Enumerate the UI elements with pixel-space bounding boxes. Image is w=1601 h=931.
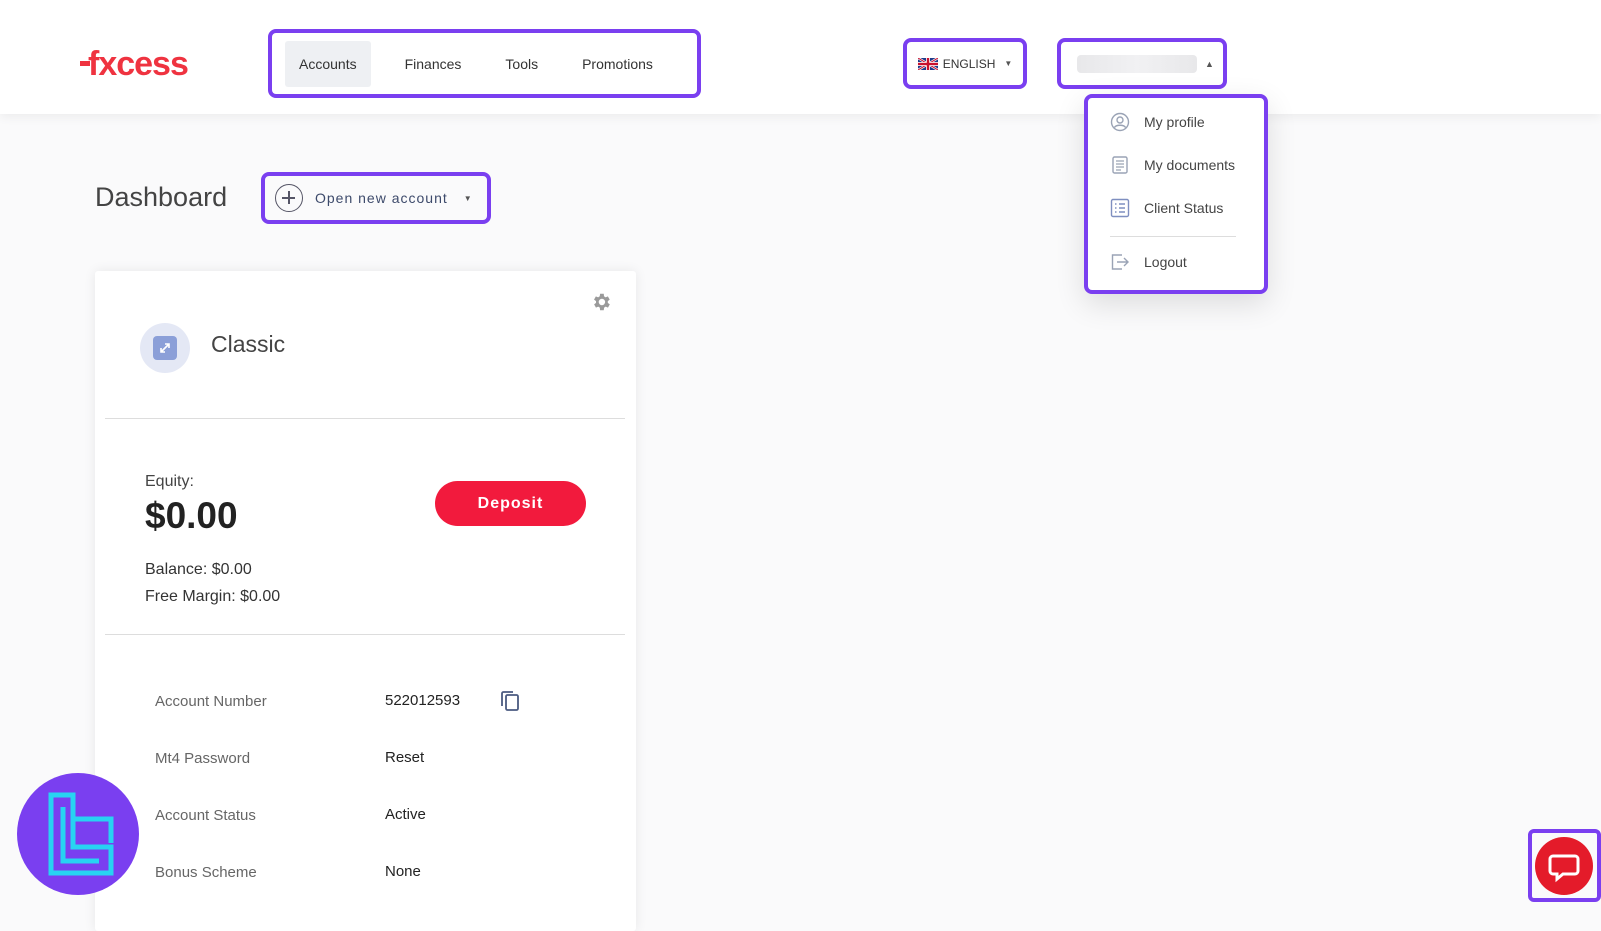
card-divider (105, 634, 625, 635)
menu-my-documents[interactable]: My documents (1110, 155, 1235, 175)
card-divider (105, 418, 625, 419)
plus-circle-icon (275, 184, 303, 212)
menu-my-profile[interactable]: My profile (1110, 112, 1205, 132)
page-title: Dashboard (95, 182, 228, 212)
menu-label: Client Status (1144, 200, 1224, 216)
nav-accounts[interactable]: Accounts (285, 40, 371, 87)
open-new-account-button[interactable]: Open new account ▼ (261, 172, 491, 224)
gear-icon[interactable] (590, 291, 612, 313)
chat-button[interactable] (1535, 837, 1593, 895)
main-nav: Accounts Finances Tools Promotions (268, 29, 701, 98)
free-margin-label: Free Margin: (145, 588, 236, 605)
menu-label: Logout (1144, 254, 1187, 270)
account-number-value: 522012593 (385, 692, 461, 709)
equity-value: $0.00 (145, 495, 238, 536)
chevron-down-icon: ▼ (1004, 59, 1013, 68)
mt4-password-reset-link[interactable]: Reset (385, 749, 424, 766)
copy-icon[interactable] (499, 689, 521, 713)
chat-bubble-icon (1548, 854, 1580, 883)
user-menu-toggle[interactable]: ▲ (1057, 38, 1227, 89)
balance-label: Balance: (145, 561, 208, 578)
nav-tools[interactable]: Tools (483, 41, 560, 87)
detail-label: Account Number (155, 693, 267, 710)
username-redacted (1077, 54, 1197, 73)
menu-client-status[interactable]: Client Status (1110, 198, 1223, 218)
user-dropdown-menu: My profile My documents Client Status Lo… (1084, 94, 1268, 294)
account-status-value: Active (385, 806, 426, 823)
detail-label: Bonus Scheme (155, 864, 257, 881)
deposit-button[interactable]: Deposit (435, 481, 586, 526)
svg-text:fxcess: fxcess (88, 45, 188, 83)
account-card: Classic Equity: $0.00 Deposit Balance: $… (95, 271, 636, 931)
menu-label: My documents (1144, 157, 1236, 173)
language-label: ENGLISH (942, 56, 996, 71)
chevron-up-icon: ▲ (1205, 58, 1214, 69)
language-selector[interactable]: ENGLISH ▼ (903, 38, 1027, 89)
account-type-icon (140, 323, 190, 373)
account-type-name: Classic (211, 331, 286, 357)
fxcess-logo[interactable]: fxcess (80, 44, 220, 84)
document-icon (1112, 156, 1128, 174)
bonus-scheme-value: None (385, 863, 421, 880)
user-circle-icon (1110, 112, 1130, 132)
chevron-down-icon: ▼ (463, 193, 473, 203)
detail-label: Mt4 Password (155, 750, 251, 767)
balance-value: $0.00 (211, 561, 252, 578)
nav-promotions[interactable]: Promotions (560, 41, 675, 87)
free-margin-row: Free Margin: $0.00 (145, 588, 280, 606)
logout-icon (1111, 254, 1129, 270)
nav-finances[interactable]: Finances (383, 41, 484, 87)
uk-flag-icon (917, 57, 938, 70)
menu-logout[interactable]: Logout (1110, 252, 1187, 272)
expand-icon (160, 343, 170, 353)
balance-row: Balance: $0.00 (145, 561, 252, 579)
list-icon (1110, 198, 1130, 218)
equity-label: Equity: (145, 473, 194, 490)
menu-divider (1110, 236, 1236, 237)
watermark-logo (17, 773, 139, 895)
menu-label: My profile (1144, 114, 1205, 130)
open-account-label: Open new account (315, 190, 448, 206)
detail-label: Account Status (155, 807, 256, 824)
free-margin-value: $0.00 (240, 588, 281, 605)
top-bar: fxcess (0, 0, 1601, 114)
